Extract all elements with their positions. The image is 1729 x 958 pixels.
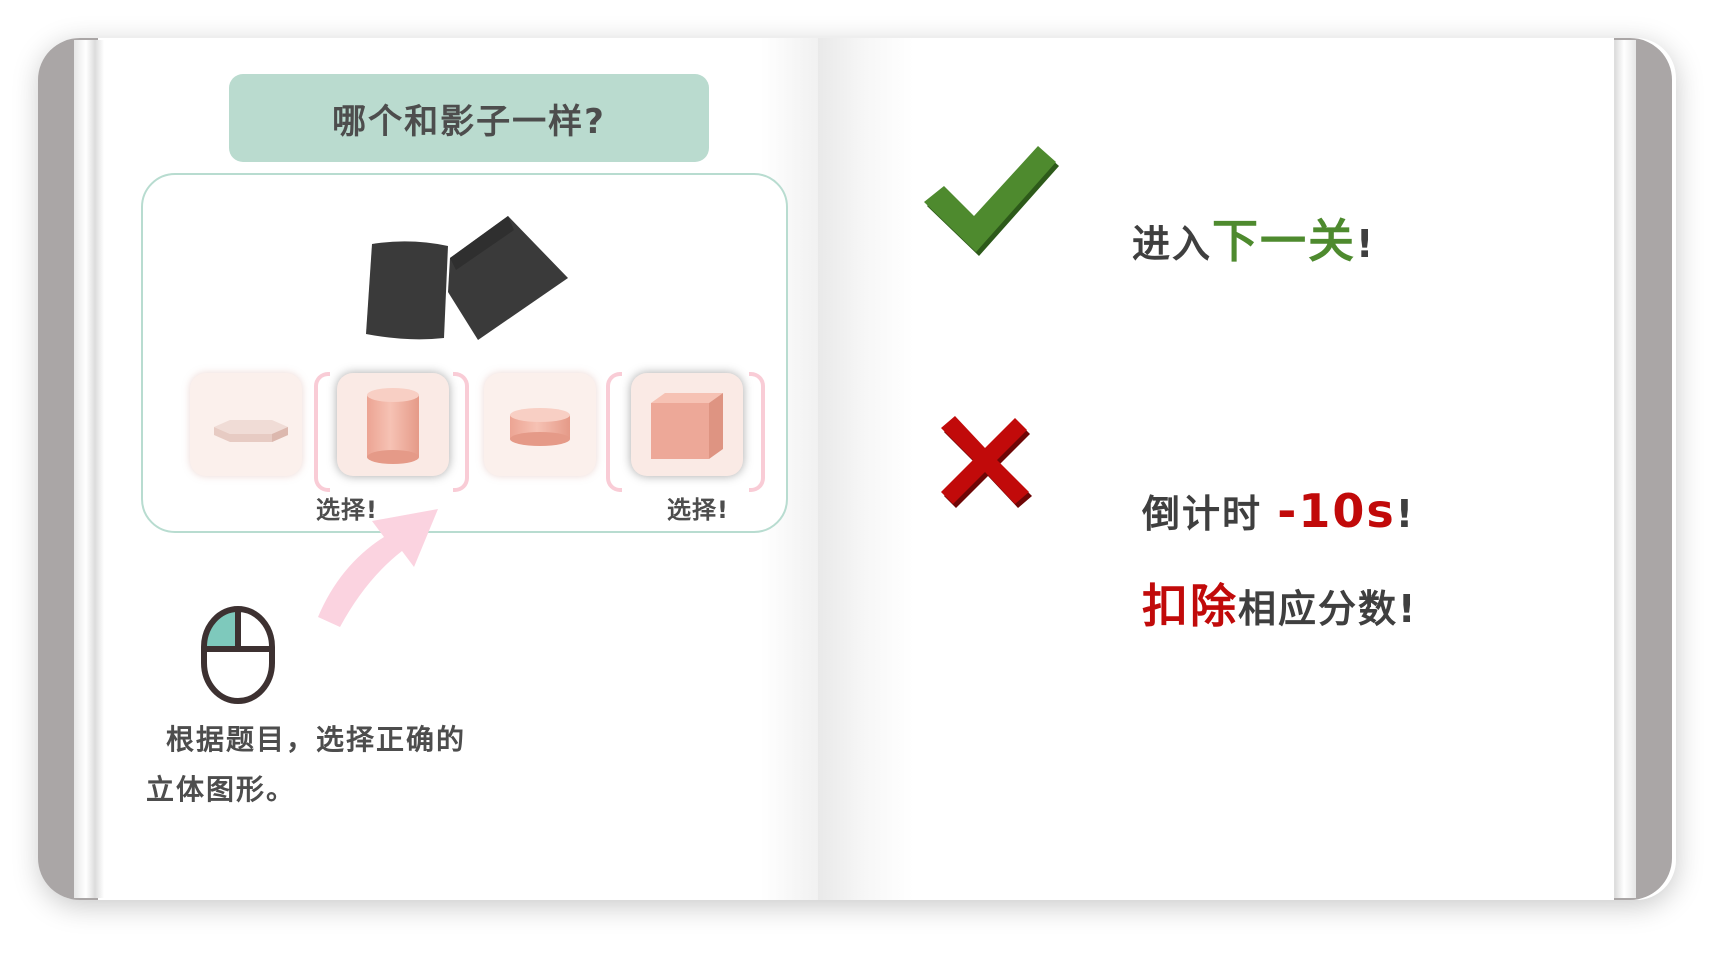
countdown-suffix: !	[1395, 492, 1416, 536]
instruction-line-1: 根据题目，选择正确的	[166, 723, 467, 756]
next-level-highlight: 下一关	[1212, 214, 1357, 268]
selection-bracket-left	[314, 372, 330, 492]
correct-prefix: 进入	[1132, 222, 1213, 266]
select-label-2: 选择!	[667, 496, 729, 524]
option-short-cylinder[interactable]	[484, 373, 596, 476]
cylinder-icon	[367, 388, 419, 464]
wrong-result-line-1: 倒计时 -10s!	[1142, 483, 1415, 538]
shadow-silhouette	[366, 216, 568, 340]
countdown-prefix: 倒计时	[1142, 492, 1278, 536]
selection-bracket-left	[606, 372, 622, 492]
selection-bracket-right	[453, 372, 469, 492]
question-title: 哪个和影子一样?	[332, 101, 606, 142]
correct-result-text: 进入下一关!	[1132, 205, 1375, 271]
deduct-highlight: 扣除	[1142, 579, 1238, 633]
selection-bracket-right	[749, 372, 765, 492]
question-title-box: 哪个和影子一样?	[229, 74, 709, 162]
mouse-left-click-icon	[201, 606, 275, 704]
short-cylinder-icon	[510, 408, 570, 446]
page-edge-left	[74, 40, 104, 898]
check-icon	[924, 146, 1059, 256]
instruction-line-2: 立体图形。	[146, 773, 297, 806]
option-cube[interactable]	[631, 373, 743, 476]
cross-icon	[941, 416, 1032, 508]
option-cylinder[interactable]	[337, 373, 449, 476]
wrong-result-line-2: 扣除相应分数!	[1142, 570, 1417, 636]
option-hexagonal-prism[interactable]	[190, 373, 302, 476]
hexagonal-prism-icon	[214, 420, 288, 442]
time-penalty: -10s	[1277, 484, 1396, 538]
correct-suffix: !	[1356, 222, 1376, 266]
pointer-arrow-icon	[318, 509, 438, 627]
deduct-rest: 相应分数!	[1238, 587, 1418, 631]
cube-icon	[651, 393, 723, 459]
